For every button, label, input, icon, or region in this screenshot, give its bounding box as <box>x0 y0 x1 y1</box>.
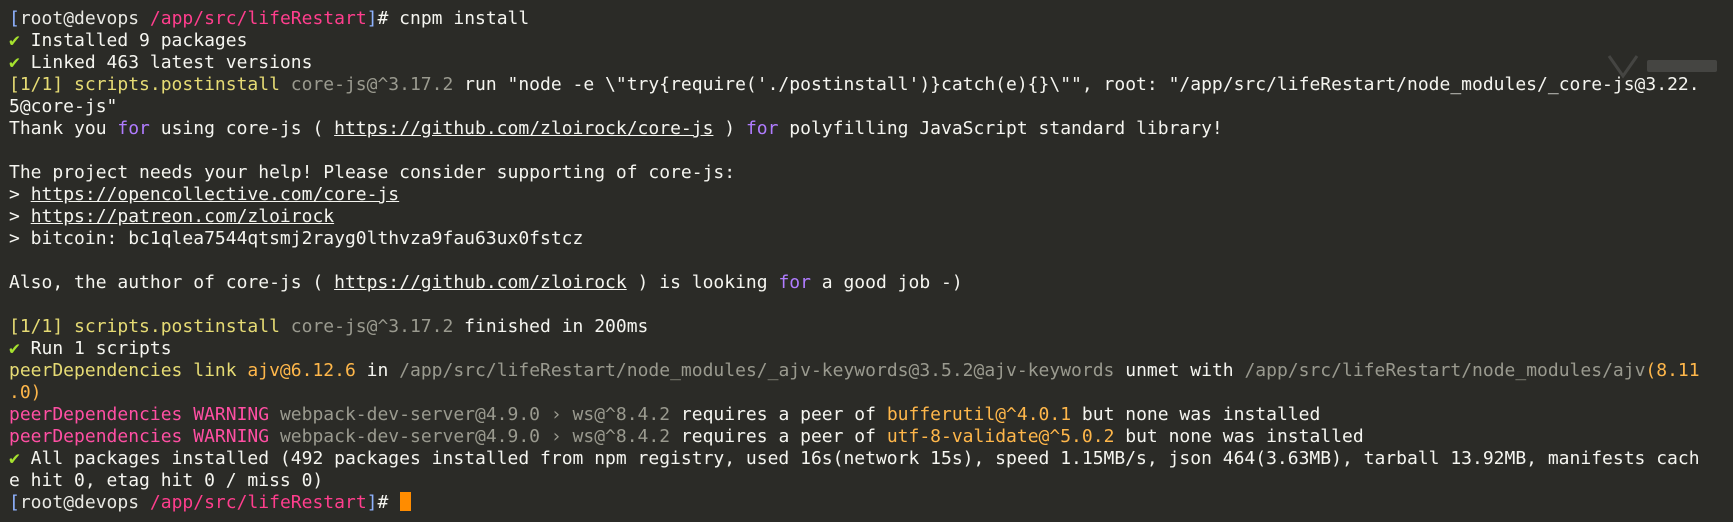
terminal-text: requires a peer of <box>670 426 887 447</box>
terminal-text: devops <box>74 8 140 29</box>
terminal-text: bufferutil@^4.0.1 <box>886 404 1072 425</box>
terminal-text: core-js@^3.17.2 <box>290 316 454 337</box>
terminal-text: ✔ <box>9 52 20 73</box>
terminal-text: peerDependencies WARNING <box>9 404 280 425</box>
terminal-text: > bitcoin: bc1qlea7544qtsmj2rayg0lthvza9… <box>9 228 584 249</box>
terminal-text: ajv@6.12.6 <box>247 360 356 381</box>
terminal-line: peerDependencies link ajv@6.12.6 in /app… <box>9 360 1733 382</box>
terminal-text: in <box>355 360 400 381</box>
terminal-line: ✔ Installed 9 packages <box>9 30 1733 52</box>
terminal-line: Also, the author of core-js ( https://gi… <box>9 272 1733 294</box>
terminal-cursor <box>400 492 412 511</box>
terminal-line: The project needs your help! Please cons… <box>9 162 1733 184</box>
terminal-text: /app/src/lifeRestart/node_modules/_ajv-k… <box>399 360 1115 381</box>
terminal-text: ✔ <box>9 338 20 359</box>
terminal-line: 5@core-js" <box>9 96 1733 118</box>
terminal-link[interactable]: https://github.com/zloirock/core-js <box>334 118 713 139</box>
terminal-text: > <box>9 184 31 205</box>
terminal-line: > https://patreon.com/zloirock <box>9 206 1733 228</box>
terminal-line: [1/1] scripts.postinstall core-js@^3.17.… <box>9 316 1733 338</box>
terminal-text: > <box>9 206 31 227</box>
terminal-text: Installed 9 packages <box>19 30 248 51</box>
terminal-text: utf-8-validate@^5.0.2 <box>886 426 1115 447</box>
terminal-text: run "node -e \"try{require('./postinstal… <box>453 74 1700 95</box>
terminal-line: > https://opencollective.com/core-js <box>9 184 1733 206</box>
terminal-text: [1/1] scripts.postinstall <box>9 316 291 337</box>
terminal-line: ✔ Run 1 scripts <box>9 338 1733 360</box>
terminal-text: a good job -) <box>810 272 963 293</box>
terminal-text: ) <box>713 118 746 139</box>
terminal-text: peerDependencies WARNING <box>9 426 280 447</box>
terminal-text: 5@core-js" <box>9 96 118 117</box>
terminal-text: but none was installed <box>1071 404 1321 425</box>
terminal-text: devops <box>74 492 140 513</box>
terminal-text: All packages installed (492 packages ins… <box>19 448 1700 469</box>
terminal-line: Thank you for using core-js ( https://gi… <box>9 118 1733 140</box>
terminal-text: peerDependencies link <box>9 360 248 381</box>
terminal-link[interactable]: https://github.com/zloirock <box>334 272 627 293</box>
terminal-text: unmet with <box>1114 360 1245 381</box>
terminal-window[interactable]: [root@devops /app/src/lifeRestart]# cnpm… <box>0 0 1733 522</box>
terminal-text: # <box>377 492 400 513</box>
terminal-text: ] <box>366 492 378 513</box>
terminal-text: requires a peer of <box>670 404 887 425</box>
terminal-text: [ <box>9 492 20 513</box>
terminal-link[interactable]: https://opencollective.com/core-js <box>31 184 399 205</box>
terminal-text: root <box>19 8 64 29</box>
terminal-text: for <box>117 118 150 139</box>
terminal-text: [1/1] scripts.postinstall <box>9 74 291 95</box>
terminal-text: but none was installed <box>1114 426 1364 447</box>
terminal-link[interactable]: https://patreon.com/zloirock <box>31 206 334 227</box>
terminal-text: (8.11 <box>1645 360 1700 381</box>
terminal-text: .0) <box>9 382 42 403</box>
terminal-text: e hit 0, etag hit 0 / miss 0) <box>9 470 324 491</box>
terminal-text: Linked 463 latest versions <box>19 52 313 73</box>
terminal-text: The project needs your help! Please cons… <box>9 162 736 183</box>
terminal-text: using core-js ( <box>149 118 335 139</box>
terminal-line: .0) <box>9 382 1733 404</box>
terminal-text: @ <box>63 8 75 29</box>
terminal-text: [ <box>9 8 20 29</box>
terminal-line: peerDependencies WARNING webpack-dev-ser… <box>9 426 1733 448</box>
terminal-line: [root@devops /app/src/lifeRestart]# cnpm… <box>9 8 1733 30</box>
terminal-line: peerDependencies WARNING webpack-dev-ser… <box>9 404 1733 426</box>
terminal-text: ✔ <box>9 30 20 51</box>
terminal-line: e hit 0, etag hit 0 / miss 0) <box>9 470 1733 492</box>
terminal-line: ✔ All packages installed (492 packages i… <box>9 448 1733 470</box>
terminal-text: Thank you <box>9 118 118 139</box>
terminal-line: [root@devops /app/src/lifeRestart]# <box>9 492 1733 514</box>
terminal-text: ✔ <box>9 448 20 469</box>
terminal-line: > bitcoin: bc1qlea7544qtsmj2rayg0lthvza9… <box>9 228 1733 250</box>
terminal-line: ✔ Linked 463 latest versions <box>9 52 1733 74</box>
terminal-text: webpack-dev-server@4.9.0 › ws@^8.4.2 <box>279 404 671 425</box>
terminal-text: for <box>745 118 779 139</box>
terminal-text: /app/src/lifeRestart <box>139 8 367 29</box>
terminal-text: @ <box>63 492 75 513</box>
terminal-text: root <box>19 492 64 513</box>
terminal-output: [root@devops /app/src/lifeRestart]# cnpm… <box>9 8 1733 514</box>
terminal-text: webpack-dev-server@4.9.0 › ws@^8.4.2 <box>279 426 671 447</box>
terminal-text: /app/src/lifeRestart <box>139 492 367 513</box>
terminal-text: core-js@^3.17.2 <box>290 74 454 95</box>
terminal-text: /app/src/lifeRestart/node_modules/ajv <box>1244 360 1646 381</box>
terminal-text: Also, the author of core-js ( <box>9 272 335 293</box>
terminal-text: ) is looking <box>626 272 779 293</box>
terminal-text: # cnpm install <box>377 8 530 29</box>
terminal-text: Run 1 scripts <box>19 338 172 359</box>
terminal-text: polyfilling JavaScript standard library! <box>778 118 1223 139</box>
terminal-line: [1/1] scripts.postinstall core-js@^3.17.… <box>9 74 1733 96</box>
terminal-text: ] <box>366 8 378 29</box>
terminal-text: finished in 200ms <box>453 316 649 337</box>
terminal-text: for <box>778 272 811 293</box>
